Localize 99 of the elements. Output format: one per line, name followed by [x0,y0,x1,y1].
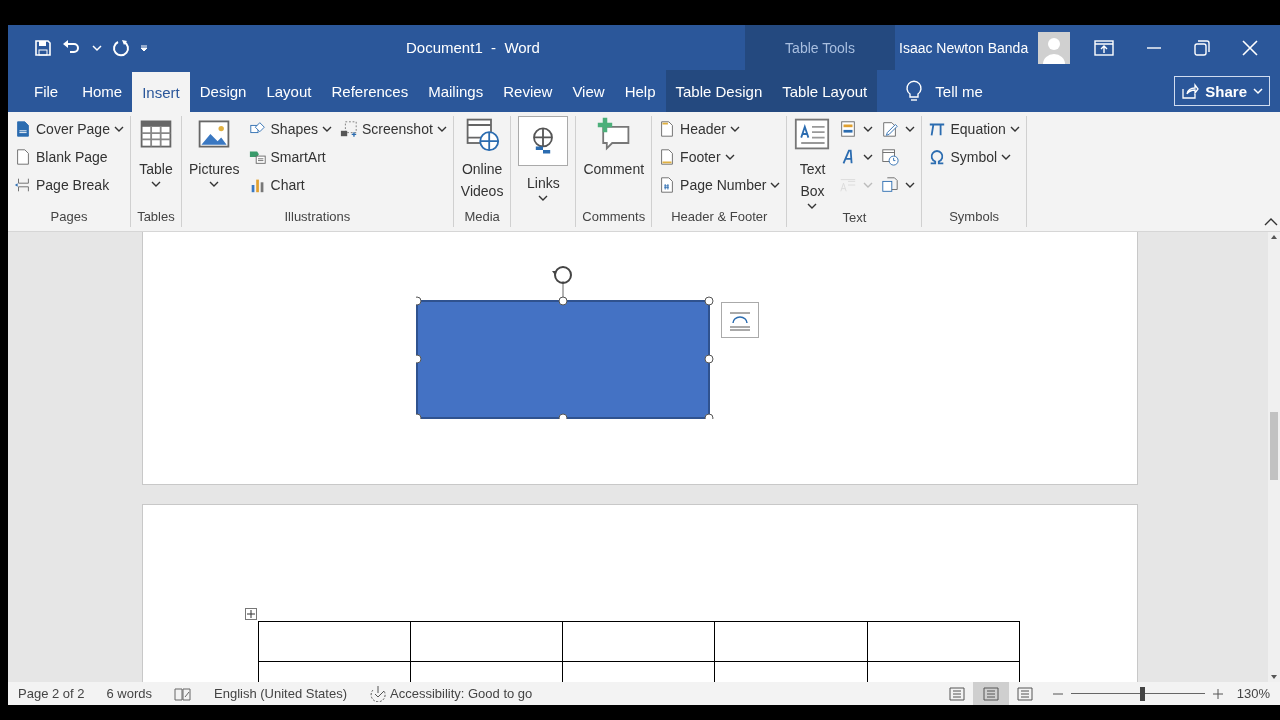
ribbon-button[interactable]: Screenshot [338,116,449,142]
close-icon[interactable] [1242,39,1259,56]
caret-icon [807,202,818,210]
redo-icon[interactable] [112,38,130,57]
save-icon[interactable] [34,38,52,57]
caret-icon[interactable] [92,43,102,52]
ribbon-button[interactable]: Chart [246,172,334,198]
zoom-in-icon[interactable] [1212,688,1223,699]
group-label: Symbols [948,209,1001,226]
caret-icon [209,180,220,188]
lightbulb-icon[interactable] [905,79,924,103]
ribbon-tab[interactable]: Review [493,70,563,112]
ribbon-button[interactable]: Comment [580,116,648,180]
ribbon-tab[interactable]: Table Design [665,70,773,112]
tell-me-field[interactable]: Tell me [935,82,983,100]
ribbon-button[interactable]: Page Break [12,172,126,198]
avatar-icon[interactable] [1038,31,1071,64]
video-globe-icon [464,116,501,152]
cover-page-icon [14,120,32,138]
group-label: Pages [49,209,89,226]
caret-icon [905,181,916,189]
ribbon-button[interactable]: Shapes [246,116,334,142]
ribbon-button[interactable]: Header [656,116,783,142]
page-icon [14,148,32,166]
caret-icon [730,125,740,133]
caret-icon [770,181,781,189]
caret-icon [724,153,735,161]
web-layout-icon [1014,685,1035,702]
ribbon-tab[interactable]: Layout [256,70,322,112]
caret-icon [1253,87,1263,95]
caret-icon [863,181,874,189]
ribbon-button[interactable]: Footer [656,144,783,170]
ribbon-tab[interactable]: Design [189,70,257,112]
screenshot-icon [340,120,358,138]
group-label: Tables [136,209,176,226]
object-icon [881,176,900,194]
collapse-ribbon-icon[interactable] [1264,217,1278,227]
print-layout-icon [980,685,1001,702]
ribbon-button[interactable]: Text Box [791,116,834,210]
caret-icon [863,153,874,161]
text-box-icon [794,116,831,152]
user-name[interactable]: Isaac Newton Banda [899,39,1029,56]
ribbon-tab[interactable]: View [562,70,615,112]
ribbon-button[interactable]: SmartArt [246,144,334,170]
zoom-level[interactable]: 130% [1236,686,1280,701]
caret-icon [436,125,447,133]
share-button[interactable]: Share [1174,76,1270,106]
ribbon-button[interactable]: Page Number [656,172,783,198]
status-text[interactable]: English (United States) [214,686,347,701]
link-globe-icon [518,116,569,166]
group-label: Media [463,209,501,226]
status-text[interactable]: 6 words [106,686,153,701]
comment-plus-icon [595,116,632,152]
caret-icon [905,125,916,133]
caret-icon [150,180,161,188]
slider-thumb[interactable] [1139,686,1145,701]
ribbon-button[interactable]: Links [515,116,572,202]
ribbon-tab[interactable]: File [8,70,73,112]
group-label: Comments [581,209,647,226]
table-move-handle-icon[interactable] [245,608,257,620]
ribbon-button[interactable]: Cover Page [12,116,126,142]
ribbon-button[interactable]: Table [134,116,177,188]
ribbon-button[interactable]: Online Videos [457,116,507,202]
ribbon-display-icon[interactable] [1094,39,1115,56]
ribbon-tab[interactable]: Table Layout [772,70,878,112]
status-text[interactable]: Accessibility: Good to go [390,686,533,701]
scrollbar-thumb[interactable] [1270,412,1278,480]
window-title: Document1 - Word [405,39,541,56]
context-label: Table Tools [785,39,855,56]
caret-icon [863,125,874,133]
caret-icon [113,125,124,133]
caret-icon [1009,125,1020,133]
accessibility-icon[interactable] [369,685,387,702]
signature-line-icon [881,120,900,138]
status-text[interactable]: Page 2 of 2 [18,686,85,701]
proofing-book-icon[interactable] [174,686,193,701]
caret-icon [1001,153,1012,161]
ribbon-button[interactable]: Equation [926,116,1022,142]
ribbon-tab[interactable]: Insert [132,72,190,112]
ribbon-tab[interactable]: Help [614,70,666,112]
quick-parts-icon [839,120,858,138]
group-label: Illustrations [283,209,352,226]
share-icon [1181,83,1200,99]
caret-icon [322,125,332,133]
view-button[interactable] [972,682,1009,705]
group-label: Header & Footer [670,209,769,226]
ribbon-tab[interactable]: Home [72,70,133,112]
customize-caret-icon[interactable] [140,43,148,52]
date-time-icon [881,148,900,166]
ribbon-tab[interactable]: References [321,70,419,112]
restore-icon[interactable] [1194,39,1211,56]
read-mode-icon [946,685,967,702]
caret-icon [538,194,549,202]
ribbon-button[interactable]: Pictures [185,116,243,188]
group-label: Text [841,210,868,227]
ribbon-tab[interactable]: Mailings [418,70,494,112]
ribbon-button[interactable]: Blank Page [12,144,126,170]
page-break-icon [14,176,32,194]
ribbon-button[interactable]: Symbol [926,144,1022,170]
